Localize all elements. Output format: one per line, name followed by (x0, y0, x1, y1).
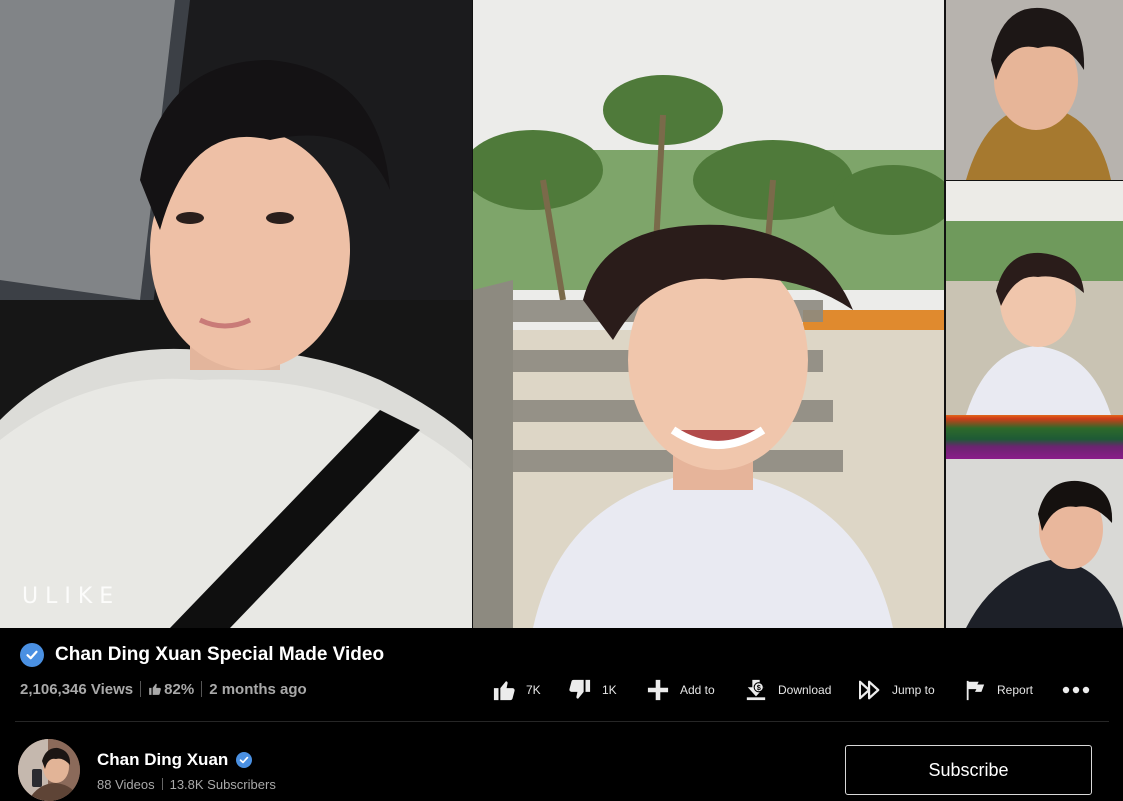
add-to-label: Add to (680, 683, 715, 697)
jump-forward-icon (859, 680, 880, 700)
report-label: Report (997, 683, 1034, 697)
download-label: Download (778, 683, 832, 697)
dislike-button[interactable]: 1K (569, 676, 617, 704)
photo-car-selfie (0, 0, 472, 628)
like-button[interactable]: 7K (493, 676, 541, 704)
channel-meta: 88 Videos 13.8K Subscribers (97, 777, 276, 792)
dislike-count: 1K (602, 683, 617, 697)
photo-right-top (946, 0, 1123, 180)
title-row: Chan Ding Xuan Special Made Video (20, 642, 384, 668)
watermark-text: ULIKE (22, 584, 121, 609)
plus-icon (647, 679, 669, 701)
photo-right-bottom (946, 459, 1123, 628)
video-count: 88 Videos (97, 776, 155, 792)
video-title: Chan Ding Xuan Special Made Video (55, 644, 385, 665)
svg-text:$: $ (757, 683, 761, 692)
download-button[interactable]: $ Download (745, 676, 831, 704)
jump-to-button[interactable]: Jump to (859, 676, 935, 704)
subscriber-count: 13.8K Subscribers (169, 776, 276, 792)
thumbs-up-icon (493, 681, 515, 701)
color-band (946, 415, 1123, 459)
more-options-button[interactable] (1062, 676, 1090, 704)
photo-beach-selfie (473, 0, 944, 628)
channel-name[interactable]: Chan Ding Xuan (97, 750, 228, 770)
verified-check-icon (236, 751, 253, 768)
divider (161, 778, 163, 790)
like-count: 7K (526, 683, 541, 697)
thumbs-down-icon (569, 679, 591, 699)
verified-check-icon (20, 643, 44, 667)
flag-icon (966, 680, 985, 701)
section-divider (15, 721, 1109, 722)
channel-info: Chan Ding Xuan 88 Videos 13.8K Subscribe… (18, 739, 276, 801)
video-player[interactable]: ULIKE (0, 0, 1123, 628)
photo-right-middle (946, 181, 1123, 415)
subscribe-button[interactable]: Subscribe (845, 745, 1092, 795)
add-to-button[interactable]: Add to (647, 676, 715, 704)
jump-to-label: Jump to (892, 683, 935, 697)
report-button[interactable]: Report (964, 676, 1033, 704)
download-icon: $ (746, 679, 766, 701)
channel-avatar[interactable] (18, 739, 80, 801)
more-dots-icon (1062, 686, 1090, 694)
action-bar: 7K 1K Add to $ Download Jump to Report (0, 676, 1123, 704)
